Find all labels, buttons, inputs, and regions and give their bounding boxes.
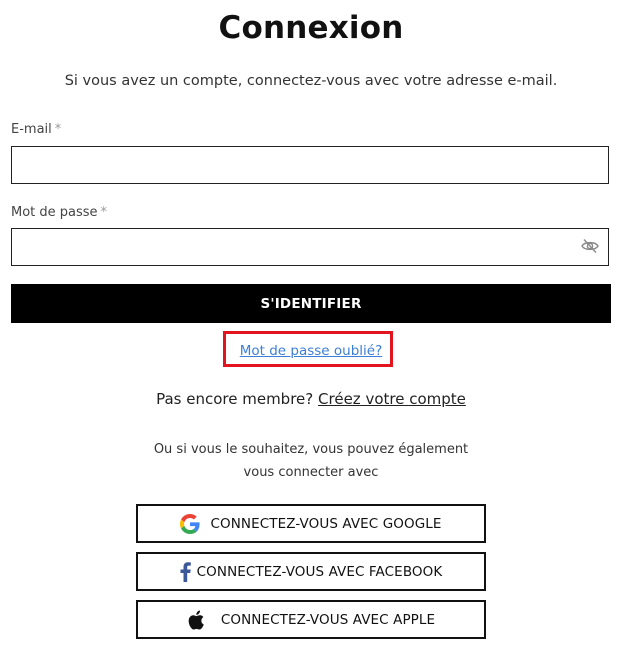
apple-icon [187,610,205,630]
email-field[interactable] [11,146,609,184]
forgot-password-link[interactable]: Mot de passe oublié? [0,343,618,359]
required-mark: * [54,122,62,137]
google-login-button[interactable]: CONNECTEZ-VOUS AVEC GOOGLE [136,504,486,543]
login-page: Connexion Si vous avez un compte, connec… [0,0,618,655]
create-account-link[interactable]: Créez votre compte [318,390,466,408]
facebook-icon [180,561,191,582]
email-label-text: E-mail [11,122,52,137]
page-title: Connexion [218,10,404,46]
signup-prompt: Pas encore membre? Créez votre compte [0,390,618,408]
facebook-login-label: CONNECTEZ-VOUS AVEC FACEBOOK [196,563,443,580]
sign-in-button[interactable]: S'IDENTIFIER [11,284,611,323]
social-intro-line1: Ou si vous le souhaitez, vous pouvez éga… [153,442,469,457]
password-label: Mot de passe * [11,205,107,220]
social-intro-line2: vous connecter avec [243,465,379,480]
apple-login-button[interactable]: CONNECTEZ-VOUS AVEC APPLE [136,600,486,639]
required-mark: * [100,205,108,220]
signup-prompt-text: Pas encore membre? [156,390,314,408]
google-icon [180,513,201,534]
eye-slash-icon[interactable] [581,238,599,254]
google-login-label: CONNECTEZ-VOUS AVEC GOOGLE [210,515,442,532]
password-field[interactable] [11,228,609,266]
facebook-login-button[interactable]: CONNECTEZ-VOUS AVEC FACEBOOK [136,552,486,591]
social-intro: Ou si vous le souhaitez, vous pouvez éga… [0,438,618,484]
page-subtitle: Si vous avez un compte, connectez-vous a… [64,73,558,89]
email-label: E-mail * [11,122,61,137]
apple-login-label: CONNECTEZ-VOUS AVEC APPLE [220,611,436,628]
password-label-text: Mot de passe [11,205,98,220]
